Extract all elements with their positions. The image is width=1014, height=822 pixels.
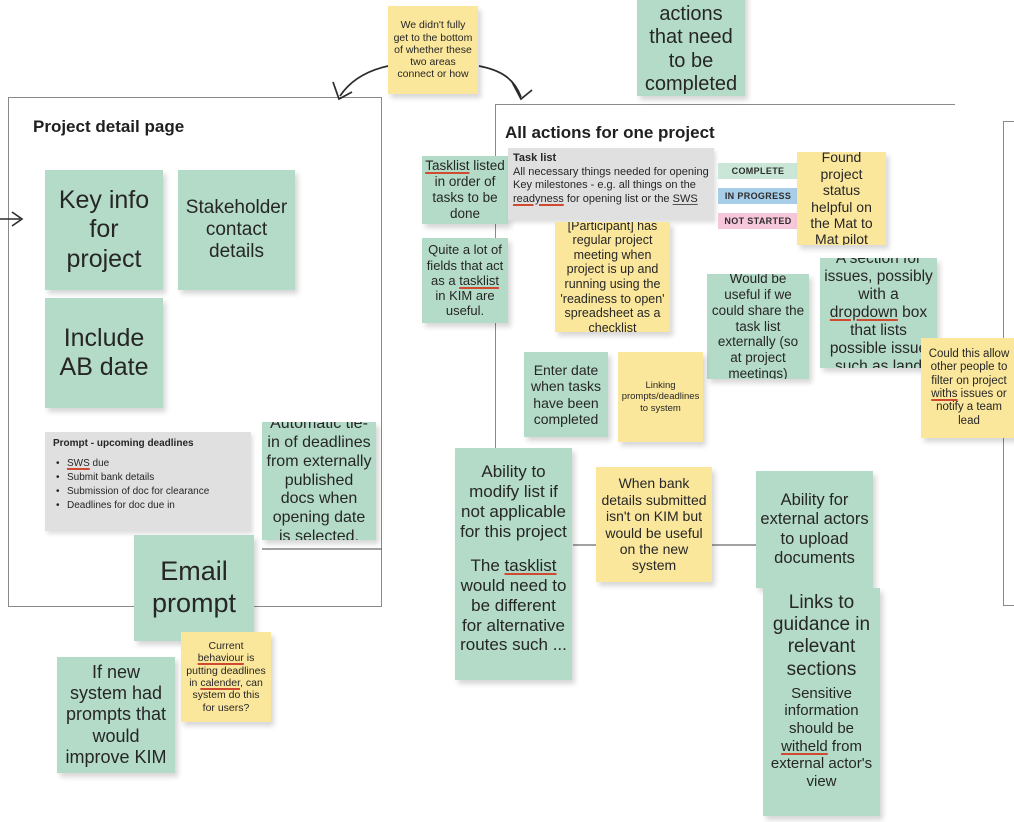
note-text: Email prompt [151, 556, 237, 618]
task-list-card-line1: All necessary things needed for opening [513, 166, 709, 179]
note-text: List all the actions that need to be com… [644, 0, 738, 96]
note-text: Automatic tie-in of deadlines from exter… [266, 422, 372, 540]
note-text: Quite a lot of fields that act as a task… [426, 242, 504, 319]
note-text: Found project status helpful on the Mat … [810, 152, 873, 245]
all-actions-frame-title: All actions for one project [505, 123, 715, 142]
list-item: Deadlines for doc due in [56, 500, 243, 512]
note-email-prompt[interactable]: Email prompt [134, 535, 254, 641]
note-when-bank-details[interactable]: When bank details submitted isn't on KIM… [596, 467, 712, 582]
note-text: When bank details submitted isn't on KIM… [601, 475, 707, 574]
task-list-card-title: Task list [513, 152, 557, 164]
note-would-be-useful-share[interactable]: Would be useful if we could share the ta… [707, 274, 809, 379]
prompt-card-list: SWS due Submit bank details Submission o… [53, 458, 243, 512]
status-badge-not-started[interactable]: NOT STARTED [718, 213, 798, 229]
list-item: SWS due [56, 458, 243, 470]
note-automatic-tie-in[interactable]: Automatic tie-in of deadlines from exter… [262, 422, 376, 540]
note-text-primary: Ability to modify list if not applicable… [460, 462, 567, 541]
note-current-behaviour[interactable]: Current behaviour is putting deadlines i… [181, 632, 271, 722]
status-badge-label: COMPLETE [731, 166, 785, 176]
note-found-project-status[interactable]: Found project status helpful on the Mat … [797, 152, 886, 245]
note-text: Could this allow other people to filter … [928, 347, 1010, 427]
status-badge-in-progress[interactable]: IN PROGRESS [718, 188, 798, 204]
note-section-for-issues[interactable]: A section for issues, possibly with a dr… [820, 258, 937, 368]
note-text: Linking prompts/deadlines to system [621, 380, 700, 414]
note-list-all-actions[interactable]: List all the actions that need to be com… [637, 0, 745, 96]
note-text-primary: Links to guidance in relevant sections [772, 592, 871, 680]
note-ability-modify-list[interactable]: Ability to modify list if not applicable… [455, 448, 572, 680]
note-text-secondary: Sensitive information should be witheld … [770, 684, 873, 790]
note-ability-external-upload[interactable]: Ability for external actors to upload do… [756, 471, 873, 588]
note-participant-meeting[interactable]: [Participant] has regular project meetin… [555, 222, 670, 332]
note-didnt-fully-get[interactable]: We didn't fully get to the bottom of whe… [388, 6, 478, 94]
task-list-card[interactable]: Task list All necessary things needed fo… [508, 148, 714, 220]
whiteboard-canvas: Project detail page All actions for one … [0, 0, 1014, 822]
note-text: A section for issues, possibly with a dr… [824, 258, 933, 368]
note-tasklist-listed[interactable]: Tasklist listed in order of tasks to be … [422, 156, 508, 224]
note-text: Ability for external actors to upload do… [760, 490, 869, 567]
status-badge-label: NOT STARTED [724, 216, 792, 226]
task-list-card-line2: Key milestones - e.g. all things on the … [513, 179, 698, 205]
note-links-to-guidance[interactable]: Links to guidance in relevant sections S… [763, 588, 880, 816]
note-text: Would be useful if we could share the ta… [711, 274, 805, 379]
note-linking-prompts[interactable]: Linking prompts/deadlines to system [618, 352, 703, 442]
note-text: If new system had prompts that would imp… [65, 662, 167, 767]
list-item: Submission of doc for clearance [56, 486, 243, 498]
note-text: Include AB date [59, 323, 149, 381]
note-could-this-allow[interactable]: Could this allow other people to filter … [921, 338, 1014, 438]
note-text: Stakeholder contact details [185, 196, 288, 263]
project-detail-frame-title: Project detail page [33, 117, 185, 136]
note-include-ab-date[interactable]: Include AB date [45, 298, 163, 408]
prompt-card-title: Prompt - upcoming deadlines [53, 438, 194, 449]
note-text: Current behaviour is putting deadlines i… [186, 640, 266, 714]
status-badge-complete[interactable]: COMPLETE [718, 163, 798, 179]
status-badge-label: IN PROGRESS [724, 191, 792, 201]
note-quite-a-lot-fields[interactable]: Quite a lot of fields that act as a task… [422, 238, 508, 323]
note-text: Key info for project [58, 186, 150, 273]
note-text: Enter date when tasks have been complete… [530, 361, 602, 427]
note-if-new-system[interactable]: If new system had prompts that would imp… [57, 657, 175, 773]
note-text-secondary: The tasklist would need to be different … [460, 555, 567, 655]
note-key-info[interactable]: Key info for project [45, 170, 163, 290]
list-item: Submit bank details [56, 472, 243, 484]
note-enter-date[interactable]: Enter date when tasks have been complete… [524, 352, 608, 437]
note-stakeholder-contact[interactable]: Stakeholder contact details [178, 170, 295, 290]
prompt-upcoming-deadlines-card[interactable]: Prompt - upcoming deadlines SWS due Subm… [45, 432, 251, 531]
note-text: Tasklist listed in order of tasks to be … [425, 158, 505, 221]
note-text: [Participant] has regular project meetin… [560, 222, 665, 332]
note-text: We didn't fully get to the bottom of whe… [393, 19, 473, 81]
